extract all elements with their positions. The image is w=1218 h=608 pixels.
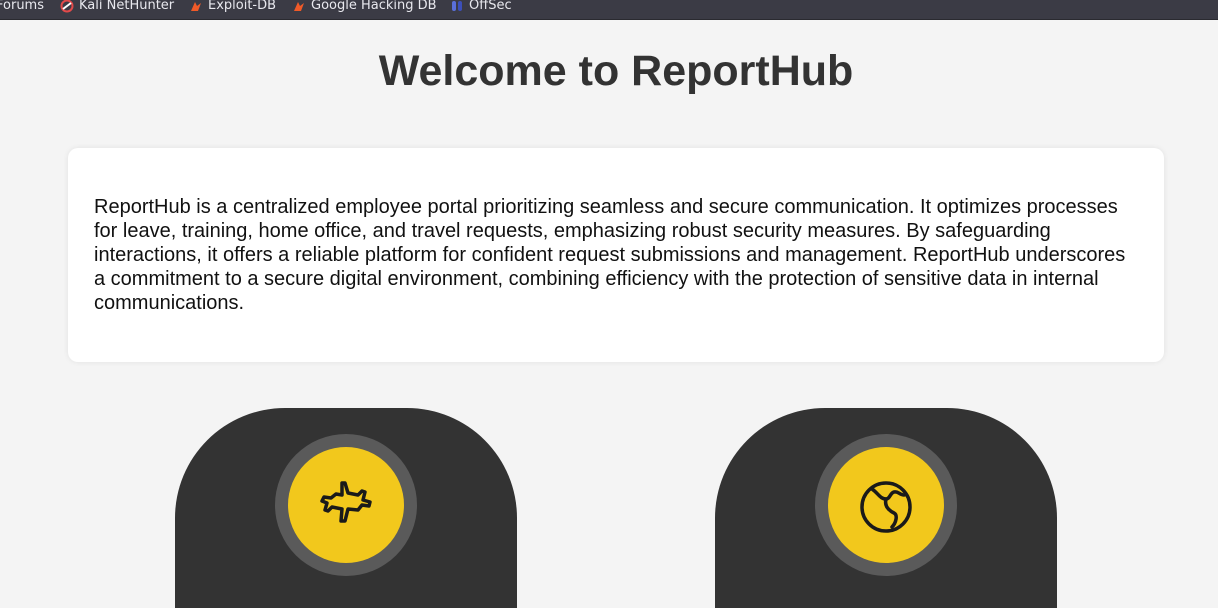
service-icon-ring xyxy=(815,434,957,576)
service-icon-circle xyxy=(828,447,944,563)
bookmark-label: OffSec xyxy=(469,0,512,13)
bookmark-forums[interactable]: Forums xyxy=(0,0,44,15)
service-card-home-office[interactable] xyxy=(715,408,1057,608)
nethunter-icon xyxy=(60,0,74,12)
service-card-travel[interactable] xyxy=(175,408,517,608)
bookmark-label: Kali NetHunter xyxy=(79,0,175,13)
about-text: ReportHub is a centralized employee port… xyxy=(94,196,1126,314)
bookmark-kali-nethunter[interactable]: Kali NetHunter xyxy=(60,0,174,15)
about-card: ReportHub is a centralized employee port… xyxy=(68,148,1164,362)
bookmark-exploit-db[interactable]: Exploit-DB xyxy=(189,0,276,15)
bookmark-offsec[interactable]: OffSec xyxy=(450,0,512,15)
offsec-icon xyxy=(452,0,462,11)
page-title: Welcome to ReportHub xyxy=(378,47,854,95)
bookmark-google-hacking-db[interactable]: Google Hacking DB xyxy=(292,0,437,15)
bookmark-label: Exploit-DB xyxy=(208,0,277,13)
bookmark-label: Google Hacking DB xyxy=(311,0,437,13)
globe-icon xyxy=(860,481,912,533)
exploit-db-icon xyxy=(294,1,304,11)
bookmark-label: Forums xyxy=(0,0,44,13)
service-icon-ring xyxy=(275,434,417,576)
airplane-icon xyxy=(320,481,372,523)
service-icon-circle xyxy=(288,447,404,563)
bookmarks-bar: Forums Kali NetHunter Exploit-DB Google … xyxy=(0,0,1218,20)
exploit-db-icon xyxy=(191,1,201,11)
